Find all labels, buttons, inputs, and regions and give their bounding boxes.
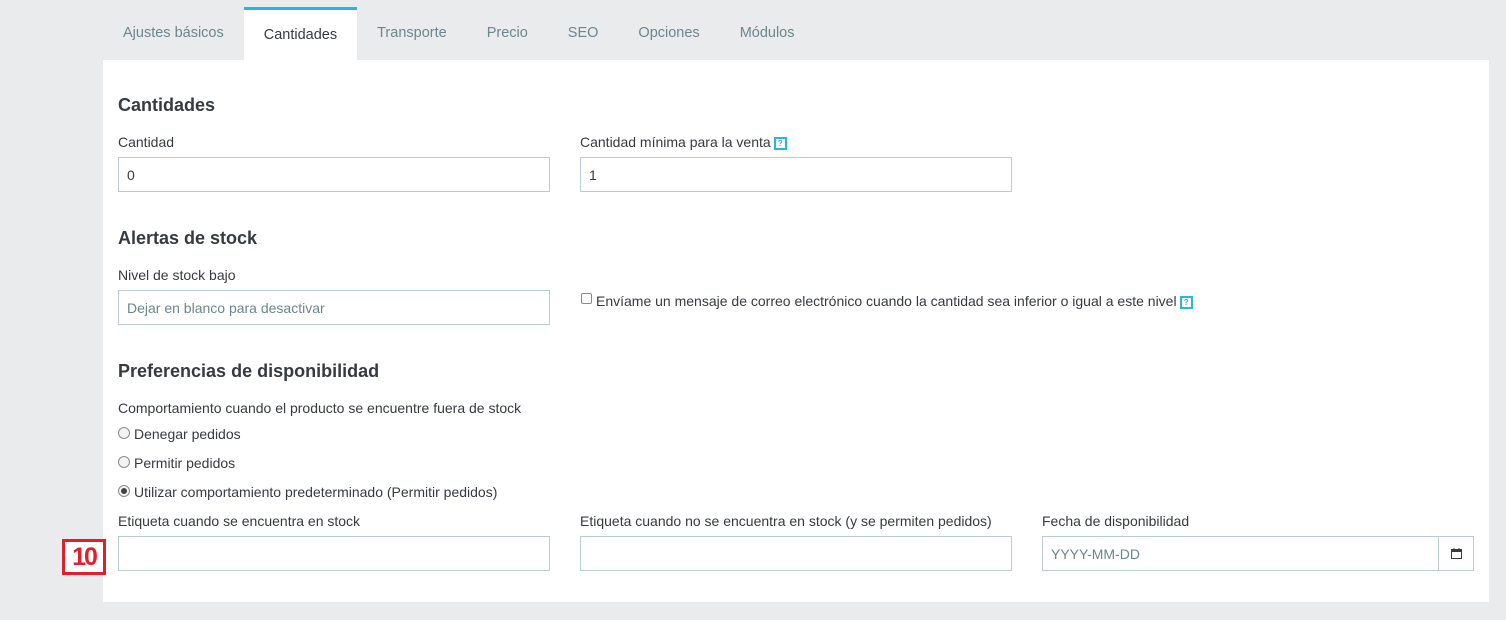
tab-modulos[interactable]: Módulos [720, 7, 815, 60]
email-alert-label: Envíame un mensaje de correo electrónico… [596, 293, 1177, 309]
radio-default-behavior-label: Utilizar comportamiento predeterminado (… [134, 484, 498, 500]
email-alert-label-wrap: Envíame un mensaje de correo electrónico… [596, 293, 1193, 309]
tab-cantidades[interactable]: Cantidades [243, 7, 358, 60]
low-stock-input[interactable] [118, 290, 550, 325]
low-stock-label: Nivel de stock bajo [118, 267, 236, 283]
tab-bar: Ajustes básicos Cantidades Transporte Pr… [103, 7, 815, 60]
in-stock-label: Etiqueta cuando se encuentra en stock [118, 513, 361, 529]
calendar-icon [1450, 548, 1462, 559]
out-stock-label-input[interactable] [580, 536, 1012, 571]
section-title-stock-alerts: Alertas de stock [118, 228, 258, 248]
min-qty-label-wrap: Cantidad mínima para la venta? [580, 134, 787, 150]
section-title-quantities: Cantidades [118, 95, 216, 115]
availability-date-input[interactable] [1042, 536, 1439, 571]
tab-seo[interactable]: SEO [548, 7, 619, 60]
radio-allow-orders[interactable] [118, 456, 130, 468]
radio-allow-orders-label: Permitir pedidos [134, 455, 236, 471]
email-alert-checkbox[interactable] [581, 293, 592, 304]
help-icon[interactable]: ? [773, 136, 787, 150]
annotation-badge: 10 [62, 539, 106, 575]
tab-precio[interactable]: Precio [467, 7, 548, 60]
tab-transporte[interactable]: Transporte [357, 7, 467, 60]
radio-deny-orders-label: Denegar pedidos [134, 426, 241, 442]
help-icon[interactable]: ? [1179, 295, 1193, 309]
min-qty-input[interactable] [580, 157, 1012, 192]
out-stock-label: Etiqueta cuando no se encuentra en stock… [580, 513, 992, 529]
calendar-button[interactable] [1439, 536, 1474, 571]
out-of-stock-behavior-label: Comportamiento cuando el producto se enc… [118, 400, 522, 416]
availability-date-label: Fecha de disponibilidad [1042, 513, 1190, 529]
section-title-availability: Preferencias de disponibilidad [118, 361, 380, 381]
radio-deny-orders[interactable] [118, 427, 130, 439]
tab-opciones[interactable]: Opciones [618, 7, 719, 60]
in-stock-label-input[interactable] [118, 536, 550, 571]
quantities-panel: Cantidades Cantidad Cantidad mínima para… [103, 60, 1489, 602]
quantity-input[interactable] [118, 157, 550, 192]
tab-ajustes-basicos[interactable]: Ajustes básicos [103, 7, 244, 60]
min-qty-label: Cantidad mínima para la venta [580, 134, 771, 150]
quantity-label: Cantidad [118, 134, 175, 150]
radio-default-behavior[interactable] [118, 485, 130, 497]
